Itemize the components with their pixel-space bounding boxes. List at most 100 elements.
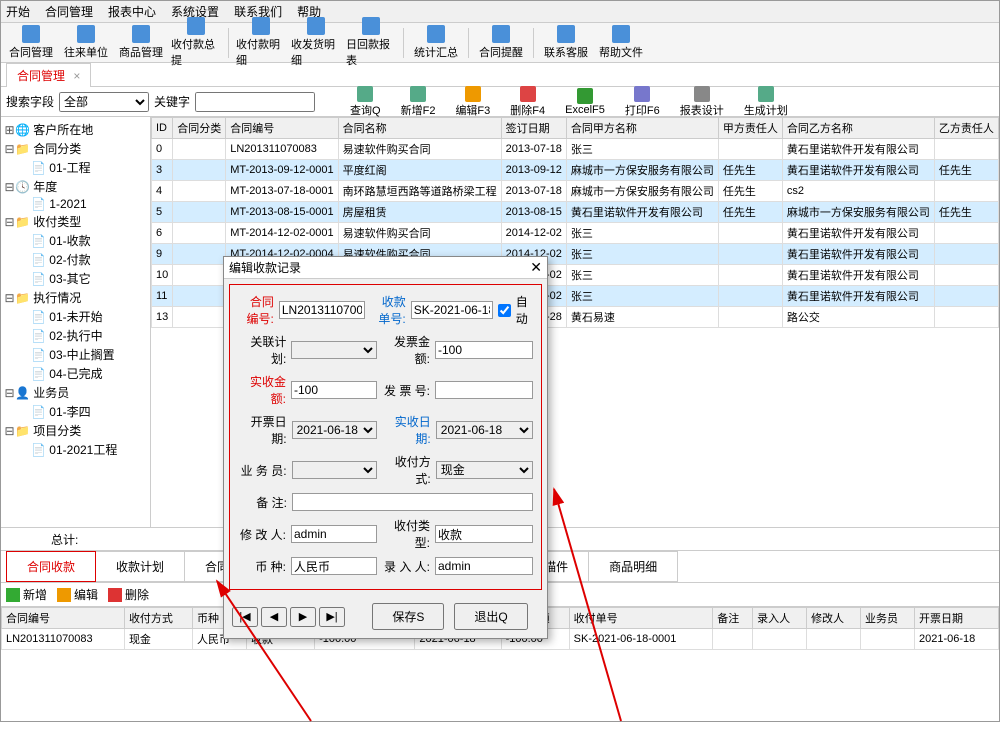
tree-node[interactable]: ⊟👤 业务员	[4, 383, 147, 402]
detail-tab[interactable]: 收款计划	[95, 551, 185, 582]
col-header[interactable]: 业务员	[861, 608, 915, 629]
method-select[interactable]: 现金	[436, 461, 533, 479]
col-header[interactable]: 收付方式	[124, 608, 192, 629]
invoice-date-picker[interactable]: 2021-06-18	[292, 421, 378, 439]
tree-node[interactable]: 📄 01-2021工程	[4, 440, 147, 459]
tree-node[interactable]: ⊟📁 项目分类	[4, 421, 147, 440]
table-row[interactable]: 6MT-2014-12-02-0001易速软件购买合同2014-12-02张三黄…	[152, 223, 1000, 244]
toolbar-btn[interactable]: 商品管理	[116, 25, 166, 60]
staff-select[interactable]	[292, 461, 378, 479]
tree-node[interactable]: 📄 04-已完成	[4, 364, 147, 383]
action-btn[interactable]: 新增F2	[401, 86, 436, 118]
tree-node[interactable]: ⊟📁 合同分类	[4, 139, 147, 158]
search-field-select[interactable]: 全部	[59, 92, 149, 112]
tree-node[interactable]: ⊞🌐 客户所在地	[4, 120, 147, 139]
entry-input[interactable]	[435, 557, 533, 575]
col-header[interactable]: 备注	[713, 608, 753, 629]
toolbar-btn[interactable]: 收付款明细	[236, 17, 286, 68]
nav-last[interactable]: ▶|	[319, 607, 345, 627]
col-header[interactable]: 乙方责任人	[934, 118, 998, 139]
col-header[interactable]: 合同编号	[2, 608, 125, 629]
col-header[interactable]: ID	[152, 118, 173, 139]
expand-icon[interactable]: ⊟	[4, 386, 15, 400]
delete-button[interactable]: 删除	[108, 586, 149, 603]
keyword-input[interactable]	[195, 92, 315, 112]
expand-icon[interactable]	[20, 443, 31, 457]
tree-node[interactable]: 📄 01-李四	[4, 402, 147, 421]
nav-first[interactable]: |◀	[232, 607, 258, 627]
toolbar-btn[interactable]: 统计汇总	[411, 25, 461, 60]
menu-item[interactable]: 报表中心	[108, 3, 156, 20]
action-btn[interactable]: 删除F4	[510, 86, 545, 118]
paid-amt-input[interactable]	[291, 381, 377, 399]
col-header[interactable]: 录入人	[753, 608, 807, 629]
exit-button[interactable]: 退出Q	[454, 603, 527, 630]
add-button[interactable]: 新增	[6, 586, 47, 603]
expand-icon[interactable]	[20, 405, 31, 419]
plan-select[interactable]	[291, 341, 376, 359]
toolbar-btn[interactable]: 日回款报表	[346, 17, 396, 68]
invoice-no-input[interactable]	[435, 381, 533, 399]
expand-icon[interactable]: ⊟	[4, 180, 15, 194]
toolbar-btn[interactable]: 往来单位	[61, 25, 111, 60]
tree-node[interactable]: ⊟📁 收付类型	[4, 212, 147, 231]
col-header[interactable]: 收付单号	[569, 608, 713, 629]
tree-node[interactable]: 📄 02-付款	[4, 250, 147, 269]
close-icon[interactable]: ✕	[530, 259, 542, 276]
toolbar-btn[interactable]: 收发货明细	[291, 17, 341, 68]
detail-tab[interactable]: 合同收款	[6, 551, 96, 582]
action-btn[interactable]: 编辑F3	[455, 86, 490, 118]
toolbar-btn[interactable]: 帮助文件	[596, 25, 646, 60]
toolbar-btn[interactable]: 合同管理	[6, 25, 56, 60]
dialog-titlebar[interactable]: 编辑收款记录 ✕	[224, 257, 547, 279]
expand-icon[interactable]	[20, 329, 31, 343]
action-btn[interactable]: 打印F6	[625, 86, 660, 118]
expand-icon[interactable]	[20, 161, 31, 175]
currency-input[interactable]	[291, 557, 377, 575]
tree-node[interactable]: 📄 01-工程	[4, 158, 147, 177]
toolbar-btn[interactable]: 收付款总提	[171, 17, 221, 68]
nav-prev[interactable]: ◀	[261, 607, 287, 627]
tree-node[interactable]: ⊟🕓 年度	[4, 177, 147, 196]
detail-tab[interactable]: 商品明细	[588, 551, 678, 582]
invoice-amt-input[interactable]	[435, 341, 533, 359]
col-header[interactable]: 合同编号	[226, 118, 338, 139]
table-row[interactable]: 4MT-2013-07-18-0001南环路慧垣西路等道路桥梁工程2013-07…	[152, 181, 1000, 202]
save-button[interactable]: 保存S	[372, 603, 444, 630]
expand-icon[interactable]	[20, 197, 31, 211]
col-header[interactable]: 合同甲方名称	[566, 118, 718, 139]
menu-item[interactable]: 合同管理	[45, 3, 93, 20]
tree-node[interactable]: 📄 01-收款	[4, 231, 147, 250]
col-header[interactable]: 合同名称	[338, 118, 501, 139]
expand-icon[interactable]	[20, 234, 31, 248]
expand-icon[interactable]: ⊟	[4, 424, 15, 438]
expand-icon[interactable]	[20, 310, 31, 324]
tab-contract-mgmt[interactable]: 合同管理 ×	[6, 63, 91, 87]
expand-icon[interactable]: ⊟	[4, 142, 15, 156]
menu-item[interactable]: 开始	[6, 3, 30, 20]
col-header[interactable]: 修改人	[807, 608, 861, 629]
table-row[interactable]: 0LN201311070083易速软件购买合同2013-07-18张三黄石里诺软…	[152, 139, 1000, 160]
auto-checkbox[interactable]	[498, 304, 511, 317]
edit-button[interactable]: 编辑	[57, 586, 98, 603]
action-btn[interactable]: ExcelF5	[565, 88, 605, 116]
table-row[interactable]: 5MT-2013-08-15-0001房屋租赁2013-08-15黄石里诺软件开…	[152, 202, 1000, 223]
receipt-no-input[interactable]	[411, 301, 493, 319]
expand-icon[interactable]: ⊟	[4, 215, 15, 229]
expand-icon[interactable]	[20, 348, 31, 362]
nav-next[interactable]: ▶	[290, 607, 316, 627]
expand-icon[interactable]: ⊟	[4, 291, 15, 305]
col-header[interactable]: 收付	[998, 118, 999, 139]
col-header[interactable]: 合同分类	[173, 118, 226, 139]
table-row[interactable]: 3MT-2013-09-12-0001平度红阁2013-09-12麻城市一方保安…	[152, 160, 1000, 181]
action-btn[interactable]: 报表设计	[680, 86, 724, 118]
action-btn[interactable]: 查询Q	[350, 86, 381, 118]
col-header[interactable]: 合同乙方名称	[782, 118, 934, 139]
col-header[interactable]: 签订日期	[501, 118, 566, 139]
tree-node[interactable]: 📄 01-未开始	[4, 307, 147, 326]
toolbar-btn[interactable]: 合同提醒	[476, 25, 526, 60]
expand-icon[interactable]	[20, 253, 31, 267]
type-input[interactable]	[435, 525, 533, 543]
close-icon[interactable]: ×	[73, 69, 80, 83]
expand-icon[interactable]	[20, 272, 31, 286]
